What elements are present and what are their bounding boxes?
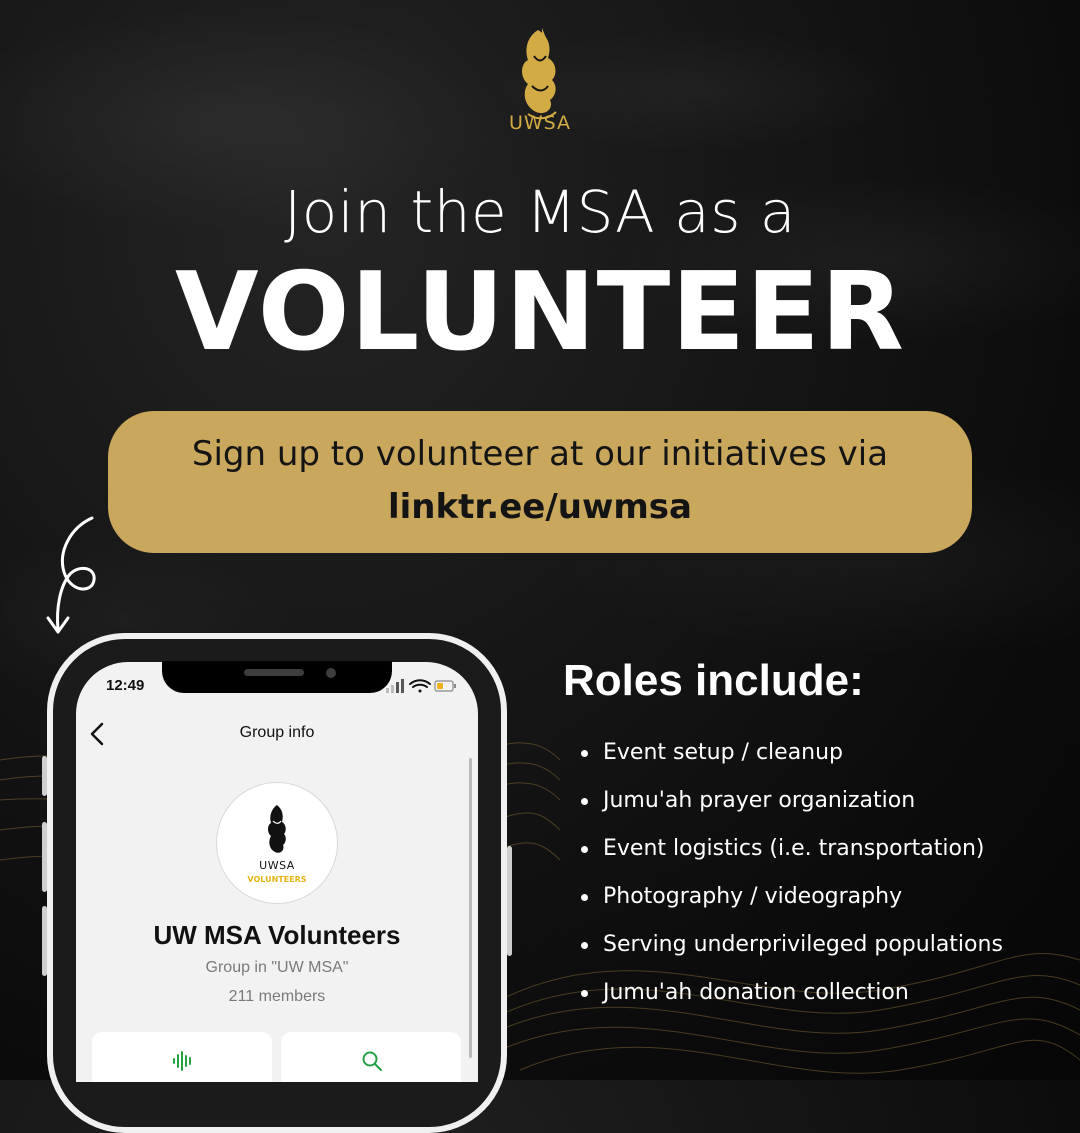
battery-icon: [434, 680, 456, 692]
avatar-subtitle: VOLUNTEERS: [247, 875, 307, 884]
avatar-wordmark: UWSA: [259, 859, 295, 872]
phone-notch: [162, 661, 392, 693]
roles-heading: Roles include:: [563, 656, 864, 705]
group-name: UW MSA Volunteers: [153, 920, 401, 950]
audio-chat-button[interactable]: [92, 1032, 272, 1082]
phone-side-button: [42, 906, 47, 976]
role-item: Jumu'ah donation collection: [578, 969, 1003, 1017]
signup-banner: Sign up to volunteer at our initiatives …: [108, 411, 972, 553]
group-logo-icon: [268, 805, 286, 853]
phone-camera: [326, 668, 336, 678]
role-item: Serving underprivileged populations: [578, 921, 1003, 969]
phone-side-button: [42, 756, 47, 796]
signup-text: Sign up to volunteer at our initiatives …: [191, 434, 889, 474]
screen-title: Group info: [239, 724, 315, 741]
signup-link[interactable]: linktr.ee/uwmsa: [388, 479, 692, 535]
role-item: Jumu'ah prayer organization: [578, 777, 1003, 825]
headline: Join the MSA as a: [284, 178, 796, 246]
logo-wordmark: UWSA: [508, 112, 572, 134]
wifi-icon: [409, 679, 431, 693]
page-title: VOLUNTEER: [175, 250, 905, 375]
audio-waveform-icon: [173, 1051, 191, 1071]
member-count: 211 members: [228, 988, 326, 1005]
phone-screen: 12:49 Group info UWSA VOLUNTEERS UW MSA …: [76, 662, 478, 1082]
role-item: Event logistics (i.e. transportation): [578, 825, 1003, 873]
status-time: 12:49: [106, 677, 145, 694]
status-icons: [386, 679, 456, 693]
scrollbar[interactable]: [469, 758, 472, 1058]
phone-side-button: [507, 846, 512, 956]
phone-side-button: [42, 822, 47, 892]
group-parent: Group in "UW MSA": [205, 959, 349, 976]
role-item: Event setup / cleanup: [578, 729, 1003, 777]
search-icon: [362, 1051, 382, 1071]
roles-list: Event setup / cleanup Jumu'ah prayer org…: [578, 729, 1003, 1017]
group-avatar: UWSA VOLUNTEERS: [216, 782, 338, 904]
curly-arrow-icon: [46, 516, 96, 634]
role-item: Photography / videography: [578, 873, 1003, 921]
phone-speaker: [244, 669, 304, 676]
search-button[interactable]: [281, 1032, 461, 1082]
